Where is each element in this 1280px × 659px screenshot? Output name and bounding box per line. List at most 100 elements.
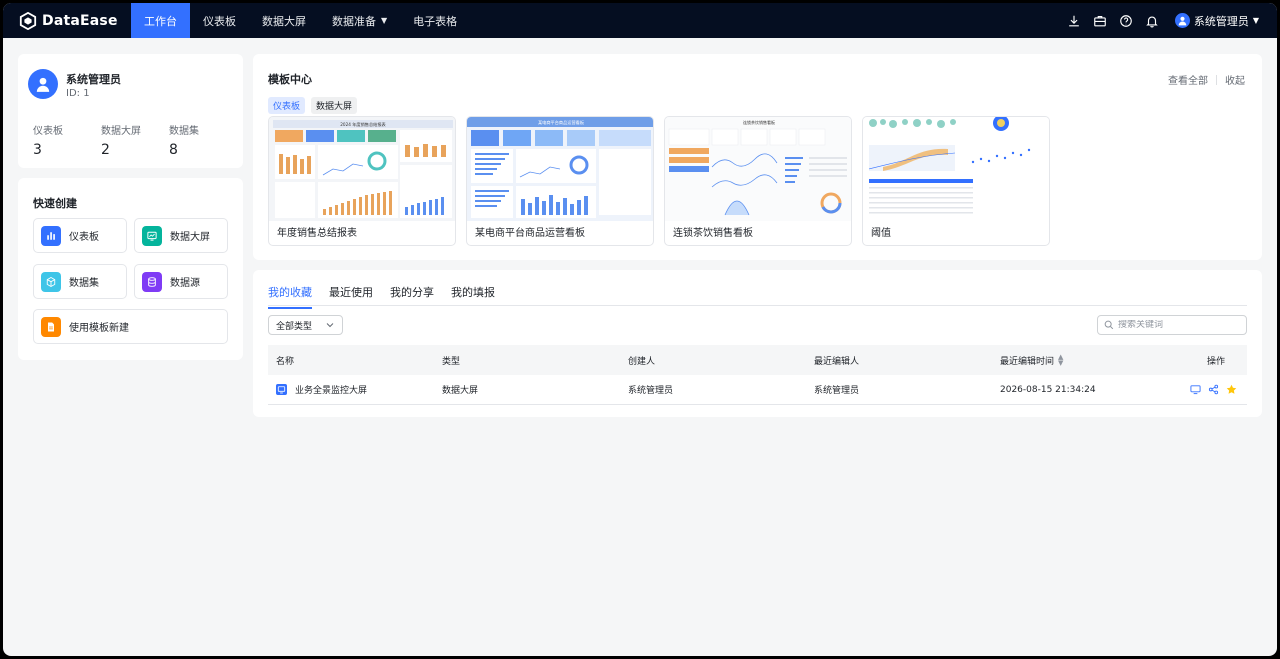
profile-card: 系统管理员 ID: 1 仪表板 3 数据大屏 2 数据集 8 (18, 54, 243, 168)
preview-icon[interactable] (1190, 384, 1201, 395)
nav-item-label: 数据准备 (332, 14, 376, 28)
template-actions: 查看全部 收起 (1168, 72, 1245, 87)
template-thumbnail: 2024 年度销售总结报表 (269, 117, 455, 221)
caret-down-icon: ▼ (1252, 16, 1259, 25)
create-dashboard-button[interactable]: 仪表板 (33, 218, 127, 253)
row-actions (1186, 384, 1247, 395)
profile-id: ID: 1 (66, 88, 90, 99)
thumbnail-preview-icon: 某电商平台商品运营看板 (467, 117, 653, 221)
create-label: 仪表板 (69, 232, 99, 243)
search-icon (1104, 320, 1114, 330)
view-all-link[interactable]: 查看全部 (1168, 72, 1208, 87)
help-icon[interactable] (1119, 14, 1133, 28)
brand-name: DataEase (42, 12, 118, 29)
chevron-down-icon (326, 323, 334, 328)
avatar-icon (1174, 13, 1190, 28)
tag-dashboard[interactable]: 仪表板 (268, 97, 306, 114)
app-window: DataEase 工作台 仪表板 数据大屏 数据准备 ▼ 电子表格 系统管理员 … (3, 3, 1277, 656)
template-thumbnail: 连锁茶饮销售看板 (665, 117, 851, 221)
cell-name[interactable]: 业务全景监控大屏 (268, 383, 442, 396)
column-header-editor: 最近编辑人 (814, 356, 860, 367)
column-header-label: 最近编辑时间 (1000, 356, 1055, 367)
table-row[interactable]: 业务全景监控大屏 数据大屏 系统管理员 系统管理员 2026-08-15 21:… (268, 375, 1247, 405)
create-datasource-button[interactable]: 数据源 (134, 264, 228, 299)
cell-creator: 系统管理员 (628, 386, 674, 396)
template-card-tea-chain[interactable]: 连锁茶饮销售看板 连锁茶饮销售看板 (664, 116, 852, 246)
caret-down-icon: ▼ (381, 16, 388, 25)
tabs-divider (268, 305, 1247, 306)
search-box[interactable] (1097, 315, 1247, 335)
brand-logo[interactable]: DataEase (3, 11, 131, 30)
create-data-screen-button[interactable]: 数据大屏 (134, 218, 228, 253)
create-label: 数据集 (69, 278, 99, 289)
avatar (28, 69, 58, 99)
divider (1216, 74, 1217, 85)
user-icon (36, 77, 50, 92)
column-header-actions: 操作 (1206, 356, 1225, 367)
column-header-edited-at[interactable]: 最近编辑时间 ▲ ▼ (1000, 354, 1186, 367)
template-thumbnail: 某电商平台商品运营看板 (467, 117, 653, 221)
template-card-ecommerce[interactable]: 某电商平台商品运营看板 某电商平台商品运营看板 (466, 116, 654, 246)
stat-value: 8 (169, 142, 178, 158)
tag-data-screen[interactable]: 数据大屏 (311, 97, 358, 114)
download-icon[interactable] (1067, 14, 1081, 28)
data-screen-icon (276, 384, 287, 395)
nav-item-spreadsheet[interactable]: 电子表格 (400, 3, 470, 38)
nav-item-label: 工作台 (144, 14, 177, 28)
top-right-tools: 系统管理员 ▼ (1055, 3, 1259, 38)
nav-item-label: 仪表板 (203, 14, 236, 28)
create-from-template-button[interactable]: 使用模板新建 (33, 309, 228, 344)
nav-item-data-screen[interactable]: 数据大屏 (249, 3, 319, 38)
top-nav-bar: DataEase 工作台 仪表板 数据大屏 数据准备 ▼ 电子表格 系统管理员 … (3, 3, 1277, 38)
database-icon (142, 271, 162, 292)
template-card-threshold[interactable]: 阈值 (862, 116, 1050, 246)
search-input[interactable] (1118, 320, 1238, 330)
collapse-link[interactable]: 收起 (1225, 72, 1245, 87)
create-label: 使用模板新建 (69, 323, 129, 334)
thumbnail-preview-icon (863, 117, 1049, 221)
stat-data-screen: 数据大屏 2 (101, 122, 169, 158)
bell-icon[interactable] (1145, 14, 1159, 28)
dataease-logo-icon (19, 11, 37, 30)
nav-item-data-prep[interactable]: 数据准备 ▼ (319, 3, 400, 38)
user-name: 系统管理员 (1193, 14, 1249, 28)
profile-name: 系统管理员 (66, 73, 121, 86)
thumbnail-title: 某电商平台商品运营看板 (538, 119, 585, 126)
thumbnail-title: 2024 年度销售总结报表 (340, 121, 386, 128)
thumbnail-title: 连锁茶饮销售看板 (743, 119, 775, 125)
create-label: 数据大屏 (170, 232, 210, 243)
create-label: 数据源 (170, 278, 200, 289)
briefcase-icon[interactable] (1093, 14, 1107, 28)
cell-edited-at: 2026-08-15 21:34:24 (1000, 384, 1096, 395)
template-card-annual-sales[interactable]: 2024 年度销售总结报表 年度销售总结报表 (268, 116, 456, 246)
type-filter-select[interactable]: 全部类型 (268, 315, 343, 335)
user-menu[interactable]: 系统管理员 ▼ (1174, 13, 1259, 29)
resource-name: 业务全景监控大屏 (295, 386, 368, 396)
share-icon[interactable] (1208, 384, 1219, 395)
type-filter-value: 全部类型 (276, 321, 313, 332)
sort-icon[interactable]: ▲ ▼ (1058, 354, 1063, 367)
star-icon[interactable] (1226, 384, 1237, 395)
template-category-tags: 仪表板 数据大屏 (268, 97, 363, 114)
table-header: 名称 类型 创建人 最近编辑人 最近编辑时间 ▲ ▼ 操作 (268, 345, 1247, 375)
nav-item-dashboard[interactable]: 仪表板 (190, 3, 249, 38)
template-name: 阈值 (871, 228, 891, 239)
cube-icon (41, 271, 61, 292)
column-header-name: 名称 (276, 356, 295, 367)
create-dataset-button[interactable]: 数据集 (33, 264, 127, 299)
stat-dataset: 数据集 8 (169, 122, 237, 158)
column-header-creator: 创建人 (628, 356, 656, 367)
cell-editor: 系统管理员 (814, 386, 860, 396)
quick-create-title: 快速创建 (33, 197, 77, 210)
quick-create-card: 快速创建 仪表板 数据大屏 数据集 数据源 使用模板新建 (18, 178, 243, 360)
template-center-title: 模板中心 (268, 73, 312, 86)
template-name: 连锁茶饮销售看板 (673, 228, 753, 239)
template-name: 某电商平台商品运营看板 (475, 228, 585, 239)
thumbnail-preview-icon: 连锁茶饮销售看板 (665, 117, 851, 221)
nav-item-workbench[interactable]: 工作台 (131, 3, 190, 38)
stat-label: 数据大屏 (101, 126, 141, 137)
stat-value: 3 (33, 142, 42, 158)
nav-item-label: 数据大屏 (262, 14, 306, 28)
resource-table: 名称 类型 创建人 最近编辑人 最近编辑时间 ▲ ▼ 操作 业务全景监控大屏 数据… (268, 345, 1247, 405)
template-name: 年度销售总结报表 (277, 228, 357, 239)
